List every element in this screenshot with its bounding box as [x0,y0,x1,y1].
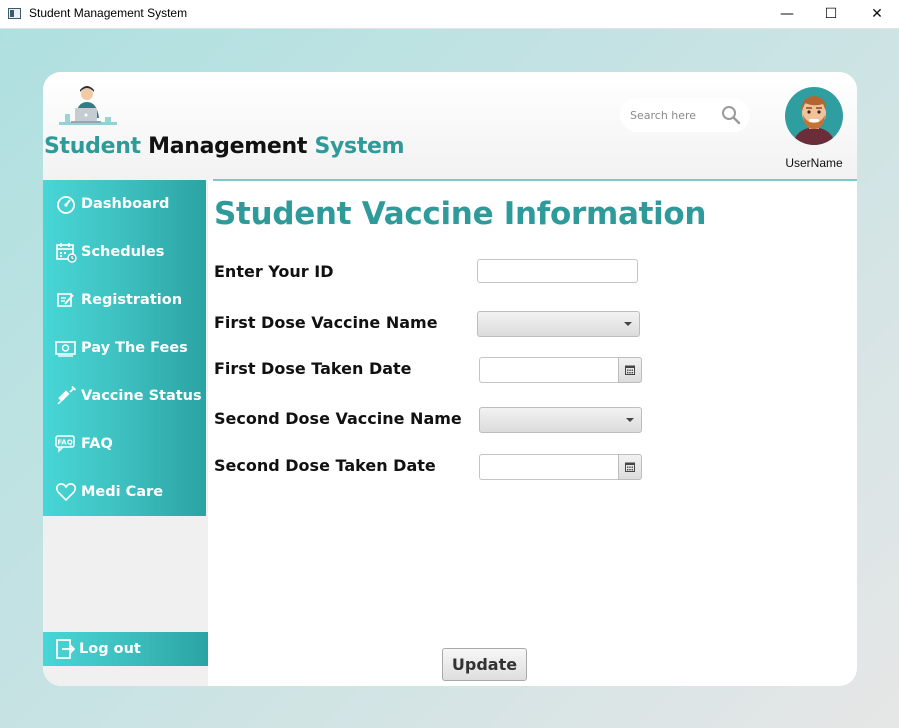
app-title-student: Student [44,134,141,159]
svg-text:FAQ: FAQ [57,439,72,447]
sidebar-item-pay-fees[interactable]: Pay The Fees [43,328,206,368]
sidebar-item-label: Schedules [81,244,165,260]
close-button[interactable]: ✕ [854,0,899,28]
search-input[interactable] [630,106,716,124]
sidebar-item-dashboard[interactable]: Dashboard [43,184,206,224]
window-title: Student Management System [29,6,188,20]
id-label: Enter Your ID [214,262,334,281]
logout-icon [56,639,76,659]
first-dose-date-picker [479,357,642,383]
app-title-system: System [314,134,405,159]
main-content: Student Vaccine Information Enter Your I… [208,182,857,686]
first-dose-calendar-button[interactable] [618,357,642,383]
sidebar-item-label: Vaccine Status [81,388,202,404]
first-dose-date-label: First Dose Taken Date [214,359,412,378]
maximize-button[interactable]: ☐ [808,0,854,28]
app-header: Student Management System Search here Us… [43,72,857,180]
second-dose-date-picker [479,454,642,480]
first-dose-date-input[interactable] [479,357,618,383]
student-laptop-logo-icon [59,86,117,125]
first-dose-vaccine-select[interactable] [477,311,640,337]
second-dose-date-input[interactable] [479,454,618,480]
page-title: Student Vaccine Information [214,196,707,232]
sidebar-item-label: Pay The Fees [81,340,188,356]
sidebar-item-medi-care[interactable]: Medi Care [43,472,206,512]
syringe-icon [57,385,77,405]
money-icon [55,341,76,357]
speedometer-icon [57,196,75,214]
logout-label: Log out [79,641,141,657]
username-label[interactable]: UserName [773,156,855,170]
search-icon[interactable] [721,105,741,125]
app-card: Student Management System Search here Us… [43,72,857,686]
user-avatar[interactable] [785,87,843,145]
second-dose-name-label: Second Dose Vaccine Name [214,409,462,428]
second-dose-vaccine-select[interactable] [479,407,642,433]
chevron-down-icon [626,418,634,422]
window-titlebar: Student Management System — ☐ ✕ [0,0,899,29]
sidebar-nav: Dashboard Schedules Registration Pay The… [43,180,206,516]
first-dose-name-label: First Dose Vaccine Name [214,313,438,332]
calendar-icon [625,365,635,375]
search-box [620,98,750,132]
sidebar-item-faq[interactable]: FAQ FAQ [43,424,206,464]
heart-icon [55,483,77,502]
sidebar-item-vaccine-status[interactable]: Vaccine Status [43,376,206,416]
calendar-icon [56,243,77,263]
calendar-icon [625,462,635,472]
student-id-input[interactable] [477,259,638,283]
edit-form-icon [57,293,74,307]
app-title: Student Management System [44,134,405,159]
update-button[interactable]: Update [442,648,527,681]
sidebar-item-label: Dashboard [81,196,170,212]
app-window-icon [8,8,21,19]
chevron-down-icon [624,322,632,326]
app-title-management: Management [148,134,308,159]
sidebar-item-label: Medi Care [81,484,164,500]
second-dose-date-label: Second Dose Taken Date [214,456,436,475]
sidebar-item-label: Registration [81,292,183,308]
faq-icon: FAQ [55,435,75,453]
minimize-button[interactable]: — [764,0,810,28]
header-divider [213,179,857,181]
logout-button[interactable]: Log out [43,632,208,666]
sidebar-item-label: FAQ [81,436,113,452]
second-dose-calendar-button[interactable] [618,454,642,480]
sidebar-item-schedules[interactable]: Schedules [43,232,206,272]
sidebar-item-registration[interactable]: Registration [43,280,206,320]
